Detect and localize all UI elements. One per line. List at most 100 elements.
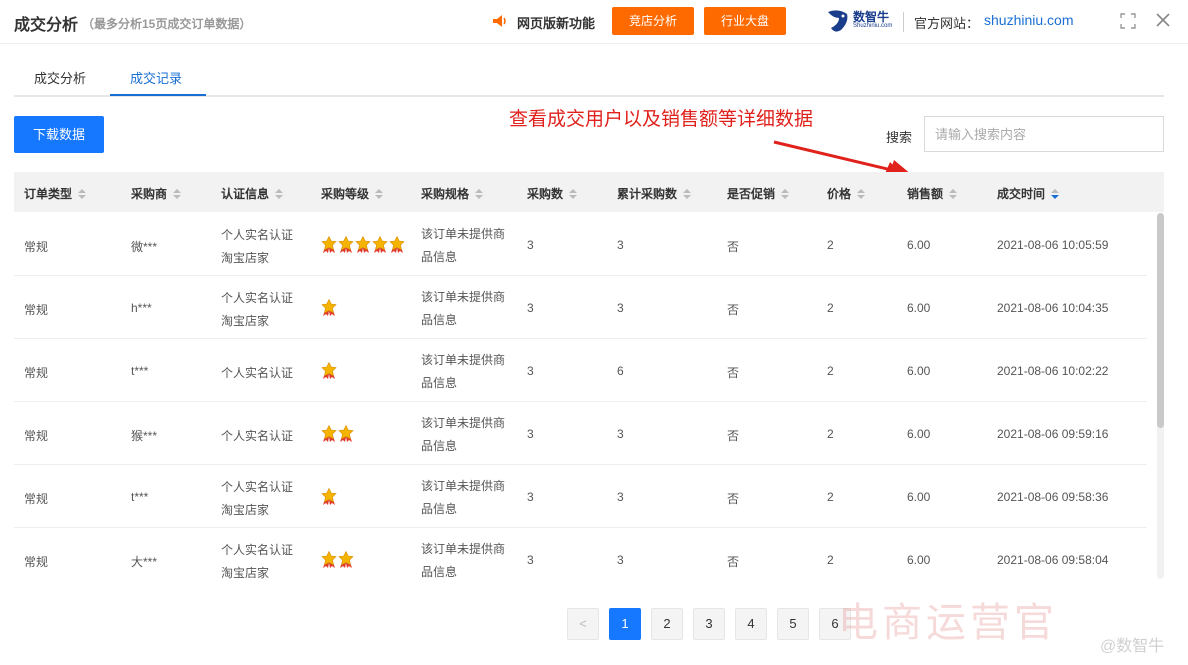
medal-star-icon (321, 425, 337, 442)
cell-order-type: 常规 (24, 555, 49, 569)
sort-icon[interactable] (857, 189, 866, 200)
sort-icon[interactable] (569, 189, 578, 200)
column-header-sales[interactable]: 销售额 (907, 185, 958, 202)
watermark-text: 电商运营官 (838, 600, 1058, 646)
cell-qty: 3 (527, 427, 534, 441)
sort-icon[interactable] (781, 189, 790, 200)
sort-icon[interactable] (173, 189, 182, 200)
tab-deal-analysis[interactable]: 成交分析 (34, 68, 86, 87)
column-header-qty[interactable]: 采购数 (527, 185, 578, 202)
cell-qty: 3 (527, 490, 534, 504)
cell-spec: 该订单未提供商品信息 (421, 353, 506, 390)
tab-bar: 成交分析 成交记录 (14, 58, 1164, 97)
medal-star-icon (338, 425, 354, 442)
cell-sales: 6.00 (907, 238, 931, 252)
sort-icon[interactable] (275, 189, 284, 200)
column-header-level[interactable]: 采购等级 (321, 185, 384, 202)
cell-total-qty: 3 (617, 553, 624, 567)
cell-time: 2021-08-06 09:58:36 (997, 490, 1109, 504)
cell-time: 2021-08-06 10:05:59 (997, 238, 1109, 252)
cell-time: 2021-08-06 09:58:04 (997, 553, 1109, 567)
cell-price: 2 (827, 364, 834, 378)
table-row: 常规 大*** 个人实名认证 淘宝店家 该订单未提供商品信息 3 3 否 2 6.… (14, 528, 1147, 579)
download-data-button[interactable]: 下载数据 (14, 116, 104, 153)
column-header-total-qty[interactable]: 累计采购数 (617, 185, 692, 202)
medal-star-icon (389, 236, 405, 253)
cell-price: 2 (827, 238, 834, 252)
sort-icon[interactable] (375, 189, 384, 200)
annotation-text: 查看成交用户以及销售额等详细数据 (509, 109, 814, 130)
table-body: 常规 微*** 个人实名认证 淘宝店家 该订单未提供商品信息 3 3 否 2 6.… (14, 213, 1147, 579)
industry-overview-button[interactable]: 行业大盘 (704, 7, 786, 35)
medal-star-icon (372, 236, 388, 253)
competitor-analysis-button[interactable]: 竞店分析 (612, 7, 694, 35)
medal-star-icon (321, 299, 337, 316)
pagination-page-5[interactable]: 5 (777, 608, 809, 640)
fullscreen-icon[interactable] (1120, 13, 1136, 29)
cell-buyer: 微*** (131, 240, 158, 254)
cell-level (321, 488, 338, 506)
cell-promo: 否 (727, 366, 740, 380)
cell-sales: 6.00 (907, 301, 931, 315)
table-scrollbar[interactable] (1157, 213, 1164, 579)
cell-spec: 该订单未提供商品信息 (421, 227, 506, 264)
speaker-icon (493, 15, 506, 27)
cell-total-qty: 6 (617, 364, 624, 378)
cell-time: 2021-08-06 10:02:22 (997, 364, 1109, 378)
cell-spec: 该订单未提供商品信息 (421, 542, 506, 579)
search-input[interactable] (924, 116, 1164, 152)
cell-promo: 否 (727, 303, 740, 317)
sort-icon[interactable] (78, 189, 87, 200)
cell-buyer: 猴*** (131, 429, 158, 443)
cell-buyer: h*** (131, 301, 152, 315)
medal-star-icon (338, 236, 354, 253)
column-header-buyer[interactable]: 采购商 (131, 185, 182, 202)
medal-star-icon (338, 551, 354, 568)
column-header-promo[interactable]: 是否促销 (727, 185, 790, 202)
sort-icon[interactable] (683, 189, 692, 200)
pagination-prev-button[interactable]: < (567, 608, 599, 640)
cell-order-type: 常规 (24, 429, 49, 443)
cell-spec: 该订单未提供商品信息 (421, 416, 506, 453)
column-header-order-type[interactable]: 订单类型 (24, 185, 87, 202)
sort-icon[interactable] (949, 189, 958, 200)
table-row: 常规 t*** 个人实名认证 该订单未提供商品信息 3 6 否 2 6.00 2… (14, 339, 1147, 402)
medal-star-icon (321, 236, 337, 253)
cell-qty: 3 (527, 238, 534, 252)
sort-icon[interactable] (475, 189, 484, 200)
pagination-page-2[interactable]: 2 (651, 608, 683, 640)
table-row: 常规 t*** 个人实名认证 淘宝店家 该订单未提供商品信息 3 3 否 2 6.… (14, 465, 1147, 528)
cell-buyer: 大*** (131, 555, 158, 569)
cell-promo: 否 (727, 492, 740, 506)
sort-desc-icon[interactable] (1051, 189, 1060, 200)
pagination-page-3[interactable]: 3 (693, 608, 725, 640)
page-subtitle: （最多分析15页成交订单数据） (82, 17, 252, 31)
cell-spec: 该订单未提供商品信息 (421, 479, 506, 516)
site-url-link[interactable]: shuzhiniu.com (984, 12, 1074, 28)
close-icon[interactable] (1155, 12, 1171, 28)
header-divider (903, 12, 904, 32)
table-row: 常规 微*** 个人实名认证 淘宝店家 该订单未提供商品信息 3 3 否 2 6.… (14, 213, 1147, 276)
pagination-page-1[interactable]: 1 (609, 608, 641, 640)
column-header-spec[interactable]: 采购规格 (421, 185, 484, 202)
cell-level (321, 236, 406, 254)
new-feature-label[interactable]: 网页版新功能 (517, 13, 595, 32)
column-header-time[interactable]: 成交时间 (997, 185, 1060, 202)
tab-deal-records[interactable]: 成交记录 (130, 68, 182, 87)
medal-star-icon (321, 488, 337, 505)
column-header-price[interactable]: 价格 (827, 185, 866, 202)
cell-total-qty: 3 (617, 427, 624, 441)
cell-level (321, 551, 355, 569)
brand-logo: 数智牛 Shuzhiniu.com (825, 6, 895, 36)
cell-promo: 否 (727, 240, 740, 254)
scrollbar-thumb[interactable] (1157, 213, 1164, 428)
page-title: 成交分析 (14, 17, 79, 34)
watermark-subtext: @数智牛 (1100, 638, 1165, 655)
cell-order-type: 常规 (24, 303, 49, 317)
column-header-cert[interactable]: 认证信息 (221, 185, 284, 202)
cell-cert: 个人实名认证 淘宝店家 (221, 480, 294, 517)
cell-order-type: 常规 (24, 366, 49, 380)
cell-promo: 否 (727, 555, 740, 569)
table-header: 订单类型 采购商 认证信息 采购等级 采购规格 采购数 累计采购数 是否促销 价… (14, 172, 1164, 212)
pagination-page-4[interactable]: 4 (735, 608, 767, 640)
